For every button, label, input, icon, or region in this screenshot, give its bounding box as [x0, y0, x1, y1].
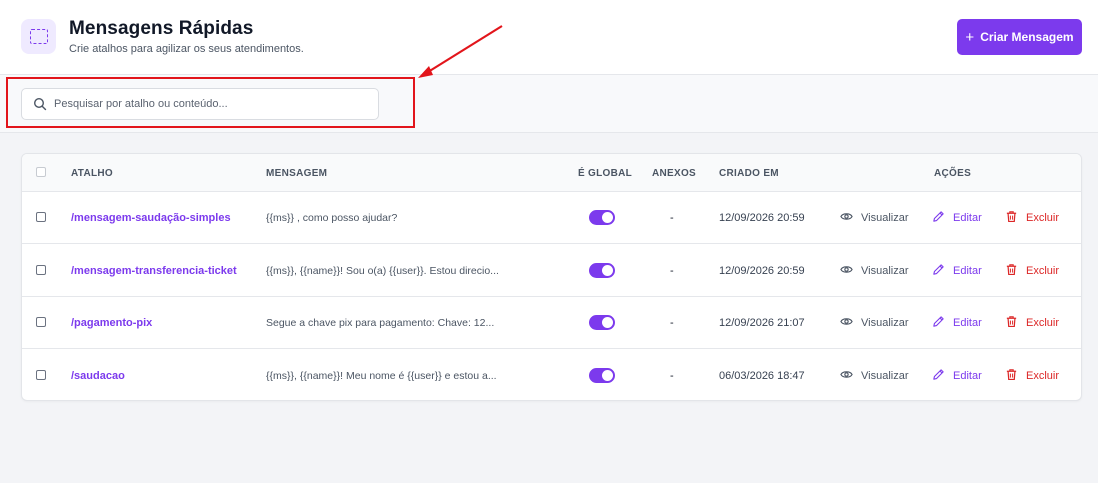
trash-icon [1005, 368, 1018, 384]
row-created-date: 12/09/2026 20:59 [719, 264, 805, 277]
row-shortcut[interactable]: /pagamento-pix [71, 317, 152, 329]
trash-icon [1005, 315, 1018, 331]
eye-icon [840, 263, 853, 279]
delete-label: Excluir [1026, 264, 1060, 277]
annotation-highlight-box [6, 77, 415, 128]
delete-button[interactable]: Excluir [1005, 210, 1059, 226]
row-shortcut[interactable]: /mensagem-transferencia-ticket [71, 265, 237, 277]
row-attachments: - [670, 317, 674, 329]
edit-button[interactable]: Editar [932, 368, 982, 384]
row-attachments: - [670, 369, 674, 382]
table-row: /saudacao {{ms}}, {{name}}! Meu nome é {{… [22, 350, 1081, 401]
row-attachments: - [670, 264, 674, 277]
view-button[interactable]: Visualizar [840, 210, 909, 226]
global-toggle[interactable] [589, 367, 615, 383]
view-label: Visualizar [861, 264, 909, 277]
edit-label: Editar [953, 212, 982, 224]
page-title: Mensagens Rápidas [69, 18, 254, 39]
eye-icon [840, 315, 853, 331]
view-button[interactable]: Visualizar [840, 263, 909, 279]
edit-button[interactable]: Editar [932, 263, 982, 279]
table-row: /mensagem-transferencia-ticket {{ms}}, {{… [22, 245, 1081, 297]
create-message-label: Criar Mensagem [980, 30, 1074, 44]
row-created-date: 12/09/2026 20:59 [719, 212, 805, 224]
eye-icon [840, 368, 853, 384]
eye-icon [840, 210, 853, 226]
row-message: {{ms}}, {{name}}! Meu nome é {{user}} e … [266, 369, 497, 382]
trash-icon [1005, 210, 1018, 226]
select-all-checkbox[interactable] [36, 167, 46, 177]
edit-label: Editar [953, 264, 982, 277]
table-row: /pagamento-pix Segue a chave pix para pag… [22, 297, 1081, 349]
row-created-date: 06/03/2026 18:47 [719, 369, 805, 382]
column-header-created: CRIADO EM [719, 168, 779, 179]
page-header: Mensagens Rápidas Crie atalhos para agil… [0, 0, 1098, 75]
row-checkbox[interactable] [36, 212, 46, 222]
column-header-actions: AÇÕES [934, 168, 972, 179]
row-shortcut[interactable]: /mensagem-saudação-simples [71, 212, 231, 224]
delete-label: Excluir [1026, 317, 1060, 329]
row-checkbox[interactable] [36, 317, 46, 327]
page-subtitle: Crie atalhos para agilizar os seus atend… [69, 43, 304, 55]
delete-button[interactable]: Excluir [1005, 263, 1059, 279]
column-header-global: É GLOBAL [578, 168, 633, 179]
view-label: Visualizar [861, 369, 909, 382]
create-message-button[interactable]: + Criar Mensagem [957, 19, 1082, 55]
row-message: {{ms}}, {{name}}! Sou o(a) {{user}}. Est… [266, 264, 499, 277]
row-attachments: - [670, 212, 674, 224]
edit-button[interactable]: Editar [932, 315, 982, 331]
delete-button[interactable]: Excluir [1005, 315, 1059, 331]
delete-label: Excluir [1026, 369, 1060, 382]
column-header-attachments: ANEXOS [652, 168, 697, 179]
row-shortcut[interactable]: /saudacao [71, 370, 125, 382]
table-row: /mensagem-saudação-simples {{ms}} , como … [22, 192, 1081, 244]
global-toggle[interactable] [589, 315, 615, 330]
column-header-shortcut: ATALHO [71, 168, 113, 179]
edit-label: Editar [953, 317, 982, 329]
row-checkbox[interactable] [36, 369, 46, 380]
row-message: {{ms}} , como posso ajudar? [266, 212, 398, 224]
edit-button[interactable]: Editar [932, 210, 982, 226]
pencil-icon [932, 315, 945, 331]
row-checkbox[interactable] [36, 264, 46, 275]
view-label: Visualizar [861, 212, 909, 224]
row-message: Segue a chave pix para pagamento: Chave:… [266, 317, 495, 329]
row-created-date: 12/09/2026 21:07 [719, 317, 805, 329]
plus-icon: + [965, 28, 975, 46]
trash-icon [1005, 263, 1018, 279]
messages-table: ATALHO MENSAGEM É GLOBAL ANEXOS CRIADO E… [21, 153, 1082, 401]
view-button[interactable]: Visualizar [840, 368, 909, 384]
table-header: ATALHO MENSAGEM É GLOBAL ANEXOS CRIADO E… [22, 154, 1081, 192]
column-header-message: MENSAGEM [266, 168, 328, 179]
view-label: Visualizar [861, 317, 909, 329]
pencil-icon [932, 210, 945, 226]
pencil-icon [932, 263, 945, 279]
delete-button[interactable]: Excluir [1005, 368, 1059, 384]
view-button[interactable]: Visualizar [840, 315, 909, 331]
delete-label: Excluir [1026, 212, 1060, 224]
global-toggle[interactable] [589, 210, 615, 225]
quick-messages-icon [21, 19, 56, 54]
global-toggle[interactable] [589, 262, 615, 278]
edit-label: Editar [953, 369, 982, 382]
pencil-icon [932, 368, 945, 384]
